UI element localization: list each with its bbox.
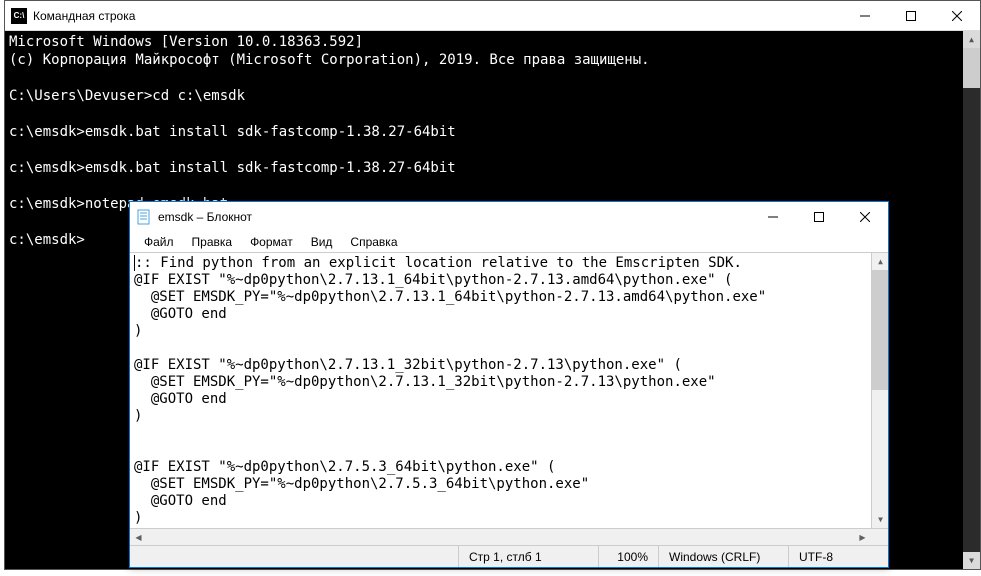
cmd-title: Командная строка — [33, 9, 842, 23]
notepad-content: :: Find python from an explicit location… — [134, 255, 766, 526]
notepad-menubar: Файл Правка Формат Вид Справка — [130, 232, 888, 252]
notepad-title: emsdk – Блокнот — [158, 210, 750, 224]
terminal-line — [9, 141, 976, 159]
minimize-button[interactable] — [842, 1, 888, 31]
terminal-line — [9, 105, 976, 123]
scroll-right-icon[interactable]: ▶ — [854, 529, 871, 546]
terminal-line — [9, 69, 976, 87]
scroll-thumb[interactable] — [963, 48, 980, 88]
scroll-left-icon[interactable]: ◀ — [130, 529, 147, 546]
terminal-line: (c) Корпорация Майкрософт (Microsoft Cor… — [9, 51, 976, 69]
cmd-icon: C:\ — [11, 8, 27, 24]
close-button[interactable] — [934, 1, 980, 31]
menu-file[interactable]: Файл — [136, 233, 182, 251]
scroll-up-icon[interactable]: ▲ — [963, 31, 980, 48]
maximize-button[interactable] — [888, 1, 934, 31]
terminal-line: c:\emsdk>emsdk.bat install sdk-fastcomp-… — [9, 159, 976, 177]
status-eol: Windows (CRLF) — [658, 546, 788, 567]
cmd-titlebar[interactable]: C:\ Командная строка — [5, 1, 980, 31]
cmd-scrollbar[interactable]: ▲ ▼ — [963, 31, 980, 569]
menu-format[interactable]: Формат — [242, 233, 301, 251]
notepad-window: emsdk – Блокнот Файл Правка Формат Вид С… — [129, 201, 889, 568]
close-button[interactable] — [842, 202, 888, 232]
notepad-scrollbar-h[interactable]: ◀ ▶ — [130, 528, 888, 545]
scroll-down-icon[interactable]: ▼ — [963, 552, 980, 569]
notepad-titlebar[interactable]: emsdk – Блокнот — [130, 202, 888, 232]
terminal-line — [9, 177, 976, 195]
scroll-down-icon[interactable]: ▼ — [872, 511, 888, 528]
status-encoding: UTF-8 — [788, 546, 888, 567]
scroll-track[interactable] — [147, 529, 854, 545]
scroll-track[interactable] — [963, 88, 980, 552]
scroll-thumb[interactable] — [872, 270, 888, 390]
notepad-editor[interactable]: :: Find python from an explicit location… — [130, 252, 888, 528]
maximize-button[interactable] — [796, 202, 842, 232]
terminal-line: c:\emsdk>emsdk.bat install sdk-fastcomp-… — [9, 123, 976, 141]
terminal-line: Microsoft Windows [Version 10.0.18363.59… — [9, 33, 976, 51]
scroll-track[interactable] — [872, 390, 888, 511]
terminal-line: C:\Users\Devuser>cd c:\emsdk — [9, 87, 976, 105]
status-cursor: Стр 1, стлб 1 — [458, 546, 598, 567]
notepad-scrollbar-v[interactable]: ▲ ▼ — [871, 253, 888, 528]
status-zoom: 100% — [598, 546, 658, 567]
notepad-statusbar: Стр 1, стлб 1 100% Windows (CRLF) UTF-8 — [130, 545, 888, 567]
notepad-icon — [136, 209, 152, 225]
status-spacer — [130, 546, 458, 567]
scroll-up-icon[interactable]: ▲ — [872, 253, 888, 270]
scroll-corner — [871, 529, 888, 545]
menu-help[interactable]: Справка — [342, 233, 405, 251]
menu-view[interactable]: Вид — [303, 233, 341, 251]
menu-edit[interactable]: Правка — [184, 233, 241, 251]
minimize-button[interactable] — [750, 202, 796, 232]
